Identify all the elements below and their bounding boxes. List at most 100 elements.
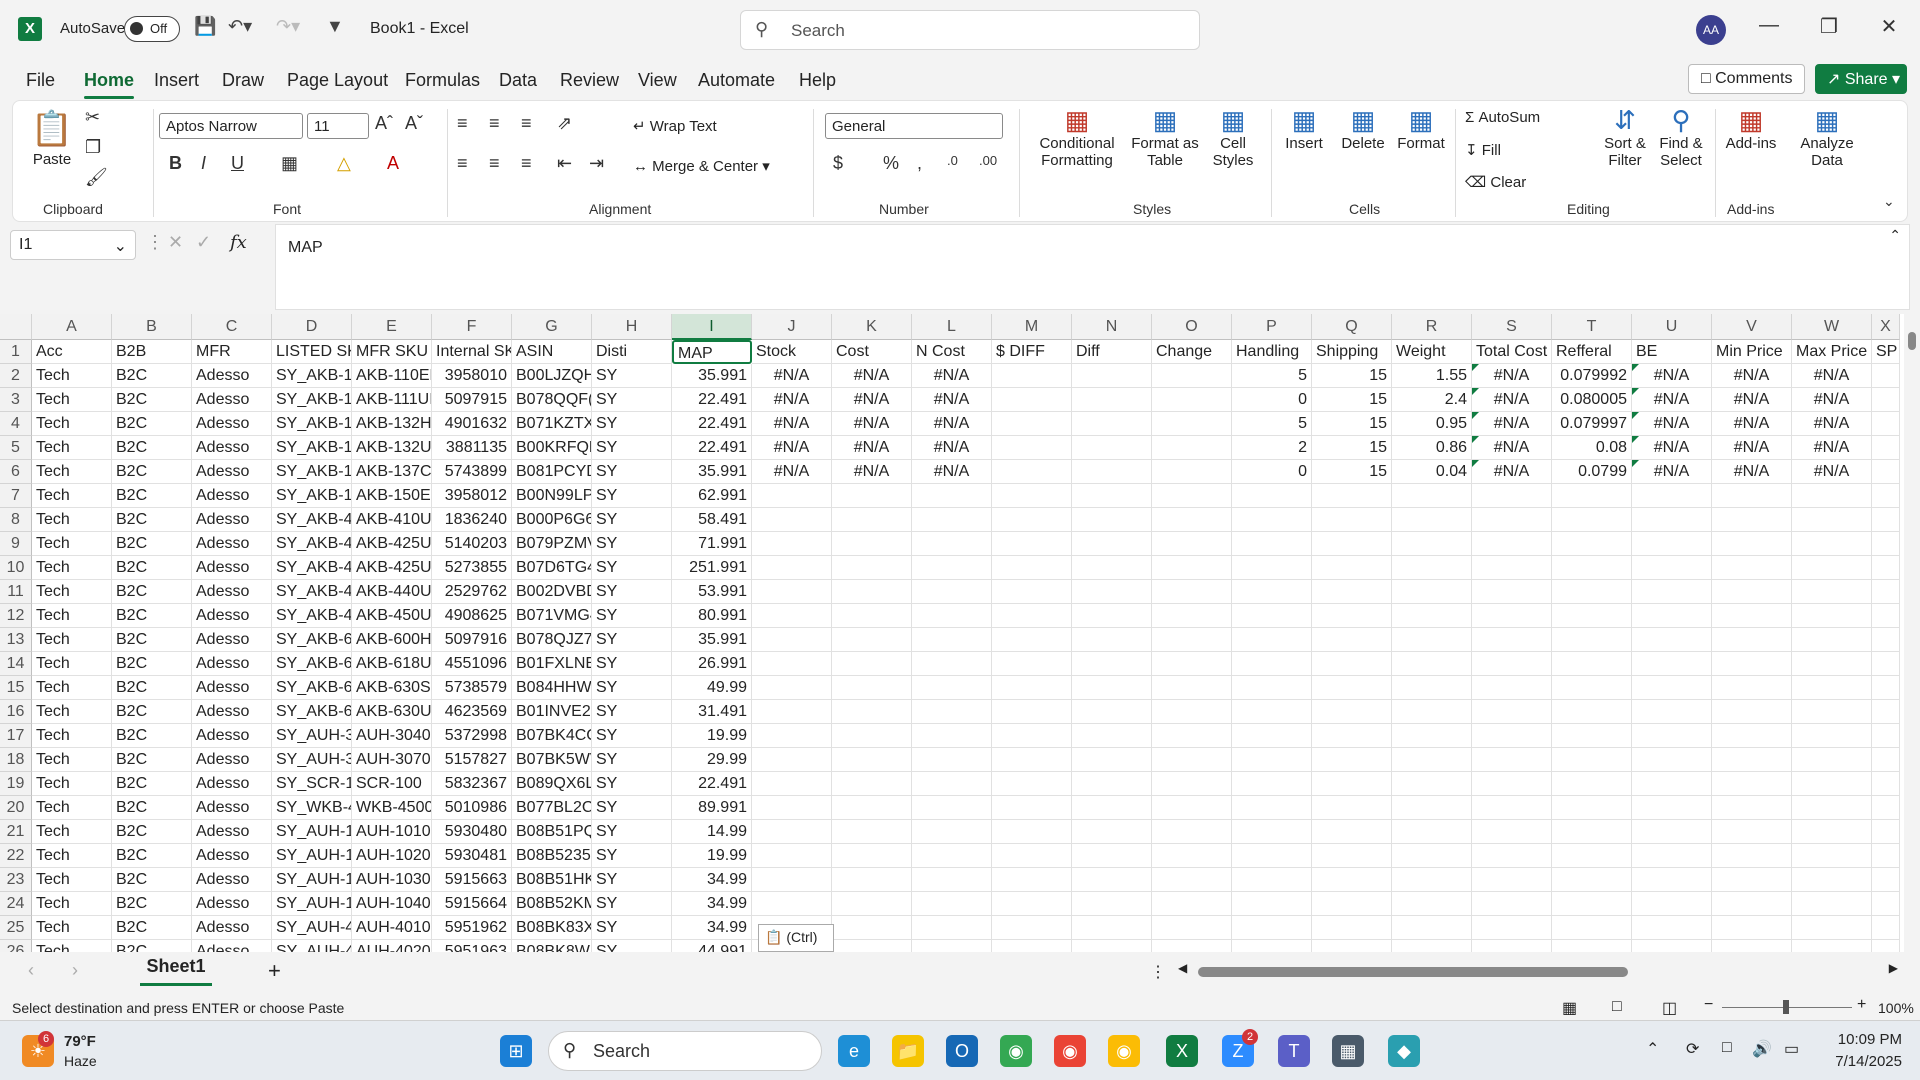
table-cell[interactable]: 5140203 <box>432 532 512 556</box>
table-cell[interactable]: AUH-3070 <box>352 748 432 772</box>
table-cell[interactable]: 1836240 <box>432 508 512 532</box>
column-header-s[interactable]: S <box>1472 314 1552 340</box>
row-header[interactable]: 25 <box>0 916 32 940</box>
table-cell[interactable] <box>1472 772 1552 796</box>
table-cell[interactable] <box>1152 364 1232 388</box>
table-cell[interactable]: B071VMG4 <box>512 604 592 628</box>
table-cell[interactable] <box>1872 556 1900 580</box>
chrome-icon[interactable]: ◉ <box>1000 1035 1032 1067</box>
row-header[interactable]: 3 <box>0 388 32 412</box>
table-cell[interactable] <box>1632 580 1712 604</box>
table-cell[interactable] <box>1312 604 1392 628</box>
table-cell[interactable]: SY <box>592 460 672 484</box>
scroll-left-icon[interactable]: ◀ <box>1178 961 1187 975</box>
worksheet-grid[interactable]: A B C D E F G H I J K L M N O P Q R S T U V W X 1 Acc B2B MFR LISTED… <box>0 314 1920 952</box>
table-cell[interactable] <box>1632 892 1712 916</box>
minimize-icon[interactable]: — <box>1754 14 1784 37</box>
table-cell[interactable]: 14.99 <box>672 820 752 844</box>
table-cell[interactable]: AKB-110EE <box>352 364 432 388</box>
table-cell[interactable] <box>992 916 1072 940</box>
more-icon[interactable]: ⋮ <box>1150 962 1166 982</box>
table-cell[interactable] <box>1072 724 1152 748</box>
table-cell[interactable]: B2C <box>112 556 192 580</box>
tab-review[interactable]: Review <box>560 70 619 91</box>
table-cell[interactable]: #N/A <box>1472 436 1552 460</box>
table-cell[interactable] <box>1552 700 1632 724</box>
cancel-icon[interactable]: ✕ <box>168 232 183 253</box>
table-cell[interactable]: #N/A <box>1632 460 1712 484</box>
column-header-d[interactable]: D <box>272 314 352 340</box>
table-cell[interactable] <box>1632 604 1712 628</box>
font-family-select[interactable]: Aptos Narrow <box>159 113 303 139</box>
table-cell[interactable]: B089QX6L <box>512 772 592 796</box>
zoom-level[interactable]: 100% <box>1878 1000 1914 1016</box>
table-cell[interactable] <box>1632 484 1712 508</box>
table-cell[interactable]: SY_AUH-4( <box>272 916 352 940</box>
chrome-profile-icon[interactable]: ◉ <box>1054 1035 1086 1067</box>
table-cell[interactable] <box>1472 724 1552 748</box>
table-cell[interactable] <box>1792 892 1872 916</box>
table-cell[interactable] <box>1712 868 1792 892</box>
table-cell[interactable]: 251.991 <box>672 556 752 580</box>
table-cell[interactable]: #N/A <box>912 412 992 436</box>
table-cell[interactable]: 5915663 <box>432 868 512 892</box>
table-cell[interactable] <box>1232 652 1312 676</box>
column-header-r[interactable]: R <box>1392 314 1472 340</box>
table-cell[interactable]: Adesso <box>192 364 272 388</box>
sort-filter-button[interactable]: ⇵ Sort & Filter <box>1597 105 1653 169</box>
table-cell[interactable] <box>1872 508 1900 532</box>
decrease-indent-icon[interactable]: ⇤ <box>557 153 572 174</box>
enter-icon[interactable]: ✓ <box>196 232 211 253</box>
table-cell[interactable] <box>1632 868 1712 892</box>
table-cell[interactable]: B01FXLNE <box>512 652 592 676</box>
table-cell[interactable] <box>992 604 1072 628</box>
table-cell[interactable]: SY_AKB-63 <box>272 700 352 724</box>
table-cell[interactable] <box>832 844 912 868</box>
table-cell[interactable] <box>1792 916 1872 940</box>
table-cell[interactable] <box>1072 676 1152 700</box>
table-cell[interactable]: SY_AUH-1( <box>272 844 352 868</box>
increase-font-icon[interactable]: Aˆ <box>375 113 393 134</box>
table-cell[interactable]: SY <box>592 580 672 604</box>
table-cell[interactable] <box>1472 892 1552 916</box>
align-bottom-icon[interactable]: ≡ <box>521 113 532 134</box>
table-cell[interactable] <box>1152 532 1232 556</box>
table-cell[interactable] <box>1312 724 1392 748</box>
table-cell[interactable]: SY <box>592 748 672 772</box>
table-cell[interactable]: Tech <box>32 556 112 580</box>
table-cell[interactable] <box>1152 556 1232 580</box>
table-cell[interactable]: 19.99 <box>672 724 752 748</box>
maximize-icon[interactable]: ❐ <box>1814 14 1844 39</box>
table-cell[interactable] <box>1392 628 1472 652</box>
column-header-b[interactable]: B <box>112 314 192 340</box>
table-cell[interactable]: SY_AKB-13 <box>272 412 352 436</box>
table-cell[interactable] <box>832 940 912 952</box>
table-cell[interactable] <box>912 748 992 772</box>
orientation-icon[interactable]: ⇗ <box>557 113 572 134</box>
row-header[interactable]: 15 <box>0 676 32 700</box>
table-cell[interactable]: 5951963 <box>432 940 512 952</box>
table-cell[interactable]: #N/A <box>1792 436 1872 460</box>
table-cell[interactable]: B08BK8WI <box>512 940 592 952</box>
table-cell[interactable] <box>832 772 912 796</box>
comma-icon[interactable]: , <box>917 153 922 174</box>
table-cell[interactable] <box>1872 796 1900 820</box>
table-cell[interactable] <box>1792 724 1872 748</box>
table-cell[interactable]: B08B5235I <box>512 844 592 868</box>
table-cell[interactable]: 0.86 <box>1392 436 1472 460</box>
table-cell[interactable]: SY_AKB-11 <box>272 364 352 388</box>
table-cell[interactable] <box>1872 652 1900 676</box>
table-cell[interactable] <box>1792 748 1872 772</box>
table-cell[interactable]: SY <box>592 868 672 892</box>
table-cell[interactable] <box>1632 916 1712 940</box>
table-cell[interactable]: SY <box>592 508 672 532</box>
app-icon[interactable]: ◆ <box>1388 1035 1420 1067</box>
table-cell[interactable] <box>1152 628 1232 652</box>
table-cell[interactable]: 34.99 <box>672 868 752 892</box>
table-cell[interactable]: Tech <box>32 628 112 652</box>
table-cell[interactable] <box>1312 508 1392 532</box>
row-header[interactable]: 21 <box>0 820 32 844</box>
table-cell[interactable]: Adesso <box>192 580 272 604</box>
table-cell[interactable] <box>1712 772 1792 796</box>
table-cell[interactable] <box>752 700 832 724</box>
